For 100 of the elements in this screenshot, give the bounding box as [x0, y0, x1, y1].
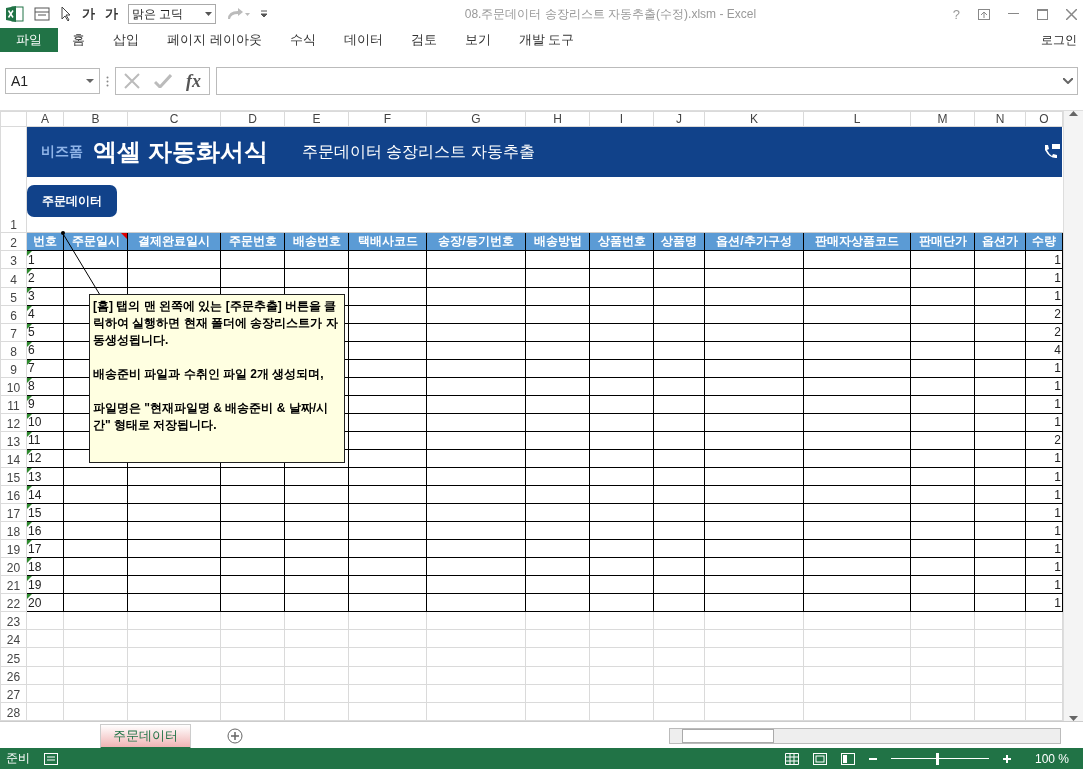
column-header[interactable]: H	[525, 111, 590, 127]
ribbon-tab[interactable]: 수식	[275, 28, 330, 52]
macro-record-icon[interactable]	[44, 752, 58, 765]
sheet-tab[interactable]: 주문데이터	[100, 723, 191, 749]
ribbon-tab[interactable]: 데이터	[329, 28, 397, 52]
table-cell: 1	[1025, 503, 1063, 522]
column-header[interactable]: B	[63, 111, 128, 127]
zoom-slider-thumb[interactable]	[936, 752, 939, 765]
error-indicator-icon	[27, 522, 32, 528]
table-cell: 1	[1025, 413, 1063, 432]
table-cell: 1	[1025, 395, 1063, 414]
ribbon-tab[interactable]: 검토	[396, 28, 451, 52]
more-icon[interactable]	[106, 75, 109, 87]
normal-view-icon[interactable]	[784, 752, 799, 765]
page-break-icon[interactable]	[840, 752, 855, 765]
column-header[interactable]: O	[1025, 111, 1063, 127]
excel-logo-icon[interactable]	[6, 6, 24, 22]
table-cell: 13	[26, 467, 64, 486]
ribbon-tab[interactable]: 삽입	[99, 28, 153, 52]
error-indicator-icon	[27, 432, 32, 437]
column-header[interactable]: C	[127, 111, 221, 127]
error-indicator-icon	[27, 504, 32, 510]
increase-font-button[interactable]: 가	[82, 5, 95, 23]
insert-function-button[interactable]: fx	[186, 70, 201, 92]
table-cell: 16	[26, 521, 64, 540]
column-header[interactable]: L	[803, 111, 911, 127]
brand-logo: 비즈폼	[41, 143, 83, 162]
error-indicator-icon	[27, 396, 32, 401]
column-header[interactable]: I	[589, 111, 654, 127]
table-cell: 1	[1025, 539, 1063, 558]
ribbon-tab[interactable]: 파일	[0, 28, 58, 52]
expand-icon[interactable]	[1063, 78, 1073, 84]
decrease-font-button[interactable]: 가	[105, 5, 118, 23]
form-icon[interactable]	[34, 7, 50, 21]
check-icon[interactable]	[154, 74, 172, 88]
scroll-down-icon[interactable]	[1069, 716, 1078, 721]
error-indicator-icon	[27, 360, 32, 365]
error-indicator-icon	[27, 468, 32, 473]
ribbon-tab[interactable]: 홈	[58, 28, 99, 52]
table-cell: 9	[26, 395, 64, 414]
close-icon[interactable]	[1066, 8, 1077, 20]
zoom-out-icon[interactable]	[868, 757, 877, 760]
table-cell: 20	[26, 593, 64, 612]
error-indicator-icon	[27, 342, 32, 347]
table-cell: 12	[26, 449, 64, 468]
table-cell: 11	[26, 431, 64, 450]
column-header[interactable]: J	[653, 111, 705, 127]
table-cell: 14	[26, 485, 64, 504]
customize-icon[interactable]	[260, 10, 268, 18]
table-cell: 1	[1025, 359, 1063, 378]
column-header[interactable]: N	[974, 111, 1026, 127]
error-indicator-icon	[27, 558, 32, 564]
table-cell: 8	[26, 377, 64, 396]
horizontal-scrollbar[interactable]	[669, 728, 1061, 744]
table-cell: 1	[1025, 593, 1063, 612]
ribbon-tab[interactable]: 보기	[450, 28, 505, 52]
table-cell: 19	[26, 575, 64, 594]
minimize-icon[interactable]	[1008, 13, 1019, 15]
formula-input[interactable]	[216, 67, 1078, 95]
scroll-up-icon[interactable]	[1069, 111, 1078, 116]
name-box[interactable]: A1	[5, 68, 100, 94]
table-cell: 6	[26, 341, 64, 360]
table-cell: 1	[1025, 287, 1063, 306]
column-header[interactable]: D	[220, 111, 285, 127]
ribbon-tab[interactable]: 페이지 레이아웃	[153, 28, 276, 52]
ribbon-display-icon[interactable]	[978, 8, 990, 20]
column-header[interactable]: F	[348, 111, 427, 127]
table-cell: 1	[1025, 521, 1063, 540]
zoom-in-icon[interactable]	[1002, 754, 1011, 763]
comment-text: [홈] 탭의 맨 왼쪽에 있는 [주문추출] 버튼을 클릭하여 실행하면 현재 폴더에 송장리스트가 자동생성됩니다.	[93, 298, 339, 349]
column-header[interactable]: E	[284, 111, 349, 127]
order-data-button[interactable]: 주문데이터	[27, 185, 117, 218]
table-cell: 1	[26, 250, 64, 269]
cursor-icon[interactable]	[60, 6, 72, 22]
table-cell: 2	[26, 269, 64, 288]
banner-title: 엑셀 자동화서식	[93, 137, 268, 168]
table-cell: 1	[1025, 485, 1063, 504]
table-cell: 1	[1025, 467, 1063, 486]
font-dropdown[interactable]: 맑은 고딕	[128, 4, 216, 24]
ribbon-tab[interactable]: 개발 도구	[504, 28, 589, 52]
window-title: 08.주문데이터 송장리스트 자동추출(수정).xlsm - Excel	[463, 5, 758, 23]
column-header[interactable]: A	[26, 111, 64, 127]
comment-text: 배송준비 파일과 수취인 파일 2개 생성되며,	[93, 366, 325, 383]
add-sheet-icon[interactable]	[227, 728, 243, 744]
column-header[interactable]: M	[910, 111, 975, 127]
zoom-level[interactable]: 100 %	[1034, 751, 1069, 766]
vertical-scrollbar[interactable]	[1063, 111, 1083, 721]
table-cell: 4	[26, 305, 64, 324]
row-header[interactable]: 1	[0, 126, 27, 233]
error-indicator-icon	[27, 251, 32, 257]
error-indicator-icon	[27, 378, 32, 383]
zoom-slider[interactable]	[890, 752, 989, 765]
table-cell: 15	[26, 503, 64, 522]
column-header[interactable]: K	[704, 111, 804, 127]
page-layout-icon[interactable]	[812, 752, 827, 765]
column-header[interactable]: G	[426, 111, 526, 127]
sign-in-link[interactable]: 로그인	[1041, 31, 1083, 49]
error-indicator-icon	[27, 324, 32, 329]
maximize-icon[interactable]	[1037, 8, 1048, 20]
table-cell: 1	[1025, 557, 1063, 576]
